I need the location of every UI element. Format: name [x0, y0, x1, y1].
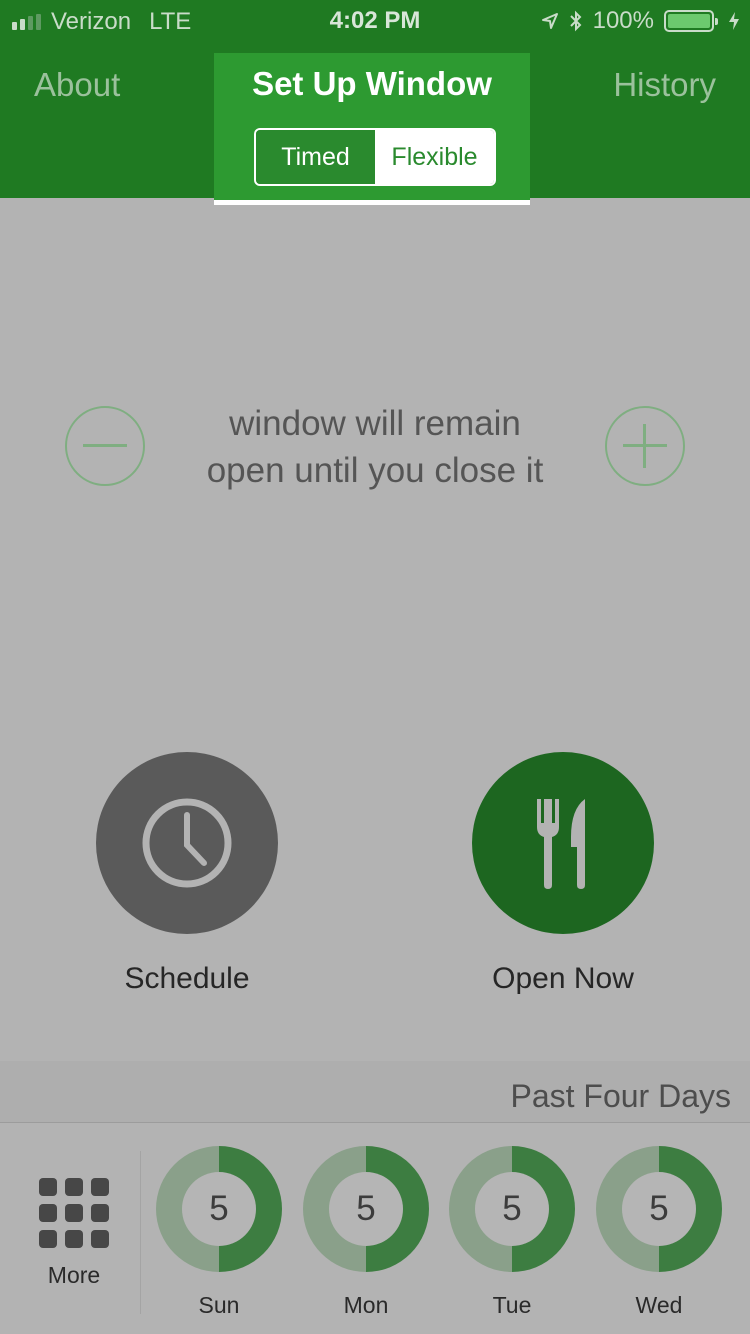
nav-set-up-window[interactable]: Set Up Window Timed Flexible: [214, 53, 530, 205]
more-button[interactable]: More: [22, 1178, 126, 1289]
battery-icon: [664, 10, 718, 32]
status-bar: Verizon LTE 4:02 PM 100%: [0, 0, 750, 40]
day-summary-tue[interactable]: 5 Tue: [449, 1146, 575, 1319]
more-label: More: [47, 1262, 101, 1288]
segment-flexible[interactable]: Flexible: [375, 130, 494, 184]
divider: [140, 1151, 141, 1314]
fork-knife-icon: [537, 799, 585, 889]
nav-history[interactable]: History: [613, 66, 716, 104]
day-label: Mon: [343, 1292, 389, 1318]
open-now-label: Open Now: [492, 962, 634, 995]
status-right: 100%: [541, 7, 740, 35]
minus-icon: [83, 444, 127, 447]
day-count: 5: [182, 1172, 256, 1246]
history-header-title: Past Four Days: [510, 1078, 731, 1114]
day-label: Wed: [635, 1292, 683, 1318]
open-now-button[interactable]: [472, 752, 654, 934]
window-message: window will remain open until you close …: [170, 400, 580, 494]
day-count: 5: [622, 1172, 696, 1246]
nav-about[interactable]: About: [34, 66, 120, 104]
message-line-2: open until you close it: [206, 451, 544, 490]
schedule-label: Schedule: [124, 962, 250, 995]
history-header: Past Four Days: [0, 1061, 750, 1123]
progress-ring: 5: [303, 1146, 429, 1272]
plus-icon: [623, 424, 667, 468]
segment-timed[interactable]: Timed: [256, 130, 375, 184]
clock-icon: [142, 798, 232, 888]
day-label: Tue: [492, 1292, 532, 1318]
day-label: Sun: [198, 1292, 240, 1318]
progress-ring: 5: [156, 1146, 282, 1272]
bluetooth-icon: [569, 10, 582, 32]
increase-button[interactable]: [605, 406, 685, 486]
battery-percent: 100%: [592, 7, 654, 34]
message-line-1: window will remain: [229, 404, 521, 443]
day-summary-wed[interactable]: 5 Wed: [596, 1146, 722, 1319]
schedule-button[interactable]: [96, 752, 278, 934]
day-count: 5: [329, 1172, 403, 1246]
progress-ring: 5: [596, 1146, 722, 1272]
charging-bolt-icon: [729, 12, 739, 30]
day-summary-sun[interactable]: 5 Sun: [156, 1146, 282, 1319]
page-title: Set Up Window: [252, 65, 492, 102]
nav-bar: About Set Up Window Timed Flexible Histo…: [0, 40, 750, 205]
grid-icon: [22, 1178, 126, 1248]
mode-segmented-control[interactable]: Timed Flexible: [254, 128, 496, 186]
decrease-button[interactable]: [65, 406, 145, 486]
history-bar: More 5 Sun 5 Mon 5 Tue 5 Wed: [0, 1123, 750, 1334]
day-summary-mon[interactable]: 5 Mon: [303, 1146, 429, 1319]
day-count: 5: [475, 1172, 549, 1246]
progress-ring: 5: [449, 1146, 575, 1272]
location-arrow-icon: [541, 13, 558, 29]
